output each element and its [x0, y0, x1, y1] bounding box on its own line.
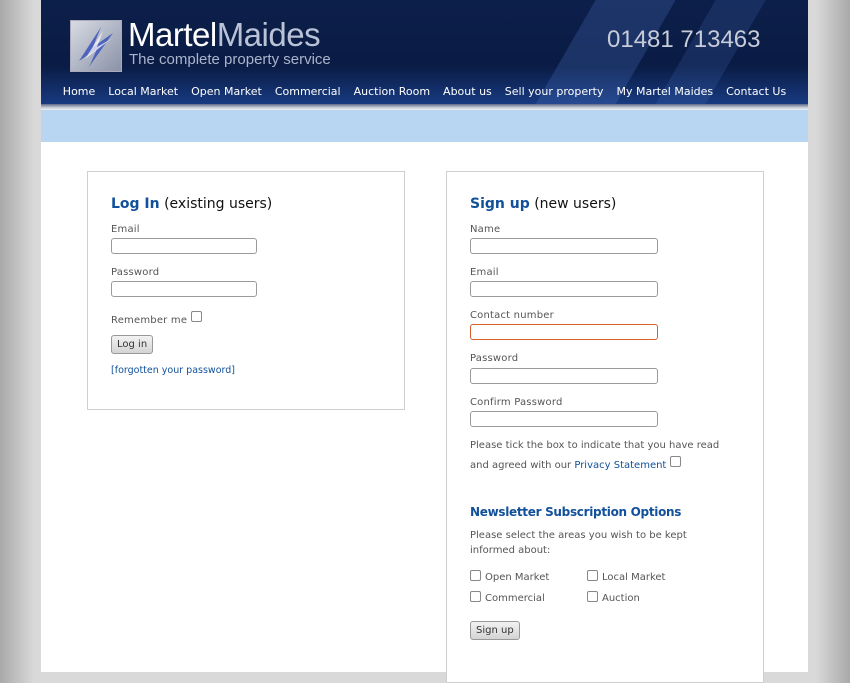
newsletter-title: Newsletter Subscription Options	[470, 505, 682, 519]
privacy-checkbox[interactable]	[669, 456, 681, 467]
signup-name-label: Name	[470, 224, 501, 235]
option-checkbox[interactable]	[470, 591, 481, 602]
option-label: Open Market	[485, 572, 550, 583]
signup-password-label: Password	[470, 353, 519, 364]
nav-sell-property[interactable]: Sell your property	[498, 82, 610, 102]
brand-name[interactable]: MartelMaides	[128, 16, 321, 54]
signup-email-input[interactable]	[470, 281, 658, 297]
remember-me: Remember me	[111, 311, 202, 326]
option-commercial[interactable]: Commercial	[470, 591, 545, 604]
remember-me-label: Remember me	[111, 315, 188, 326]
forgot-password-link[interactable]: forgotten your password	[115, 365, 232, 376]
login-password-label: Password	[111, 267, 160, 278]
signup-password-input[interactable]	[470, 368, 658, 384]
option-label: Local Market	[602, 572, 666, 583]
logo-icon[interactable]	[70, 20, 122, 72]
privacy-text-line1: Please tick the box to indicate that you…	[470, 440, 720, 451]
signup-title: Sign up (new users)	[470, 196, 616, 212]
signup-contact-input[interactable]	[470, 324, 658, 340]
forgot-password: [forgotten your password]	[111, 365, 235, 376]
nav-my-martel-maides[interactable]: My Martel Maides	[610, 82, 720, 102]
tagline: The complete property service	[129, 51, 331, 68]
nav-home[interactable]: Home	[56, 82, 101, 102]
option-checkbox[interactable]	[470, 570, 481, 581]
nav-open-market[interactable]: Open Market	[185, 82, 269, 102]
remember-me-checkbox[interactable]	[190, 311, 202, 322]
signup-contact-label: Contact number	[470, 310, 554, 321]
login-password-input[interactable]	[111, 281, 257, 297]
login-panel: Log In (existing users) Email Password R…	[87, 171, 405, 410]
newsletter-text-line2: informed about:	[470, 545, 551, 556]
signup-confirm-input[interactable]	[470, 411, 658, 427]
signup-email-label: Email	[470, 267, 499, 278]
signup-name-input[interactable]	[470, 238, 658, 254]
page: MartelMaides The complete property servi…	[41, 0, 808, 683]
blue-band	[41, 110, 808, 142]
nav-local-market[interactable]: Local Market	[102, 82, 185, 102]
option-open-market[interactable]: Open Market	[470, 570, 549, 583]
nav-contact-us[interactable]: Contact Us	[720, 82, 793, 102]
phone-number: 01481 713463	[607, 26, 761, 53]
brand-part1: Martel	[128, 16, 217, 53]
main-nav: Home Local Market Open Market Commercial…	[41, 82, 808, 102]
login-title-suffix: (existing users)	[164, 196, 273, 212]
signup-title-suffix: (new users)	[534, 196, 617, 212]
signup-confirm-label: Confirm Password	[470, 397, 563, 408]
login-title: Log In (existing users)	[111, 196, 272, 212]
forgot-bracket-close: ]	[231, 365, 235, 376]
option-checkbox[interactable]	[587, 570, 598, 581]
signup-title-main: Sign up	[470, 196, 530, 212]
privacy-text-prefix: and agreed with our	[470, 460, 572, 471]
nav-commercial[interactable]: Commercial	[268, 82, 347, 102]
login-title-main: Log In	[111, 196, 160, 212]
site-header: MartelMaides The complete property servi…	[41, 0, 808, 110]
privacy-statement-link[interactable]: Privacy Statement	[574, 460, 666, 471]
option-local-market[interactable]: Local Market	[587, 570, 665, 583]
newsletter-text-line1: Please select the areas you wish to be k…	[470, 530, 687, 541]
nav-auction-room[interactable]: Auction Room	[347, 82, 436, 102]
login-email-input[interactable]	[111, 238, 257, 254]
option-label: Commercial	[485, 593, 545, 604]
option-checkbox[interactable]	[587, 591, 598, 602]
nav-about-us[interactable]: About us	[437, 82, 499, 102]
option-label: Auction	[602, 593, 640, 604]
login-button[interactable]: Log in	[111, 335, 154, 354]
privacy-text-line2: and agreed with our Privacy Statement	[470, 456, 681, 471]
signup-panel: Sign up (new users) Name Email Contact n…	[446, 171, 764, 683]
login-email-label: Email	[111, 224, 140, 235]
signup-button[interactable]: Sign up	[470, 621, 520, 640]
option-auction[interactable]: Auction	[587, 591, 640, 604]
brand-part2: Maides	[216, 16, 321, 53]
